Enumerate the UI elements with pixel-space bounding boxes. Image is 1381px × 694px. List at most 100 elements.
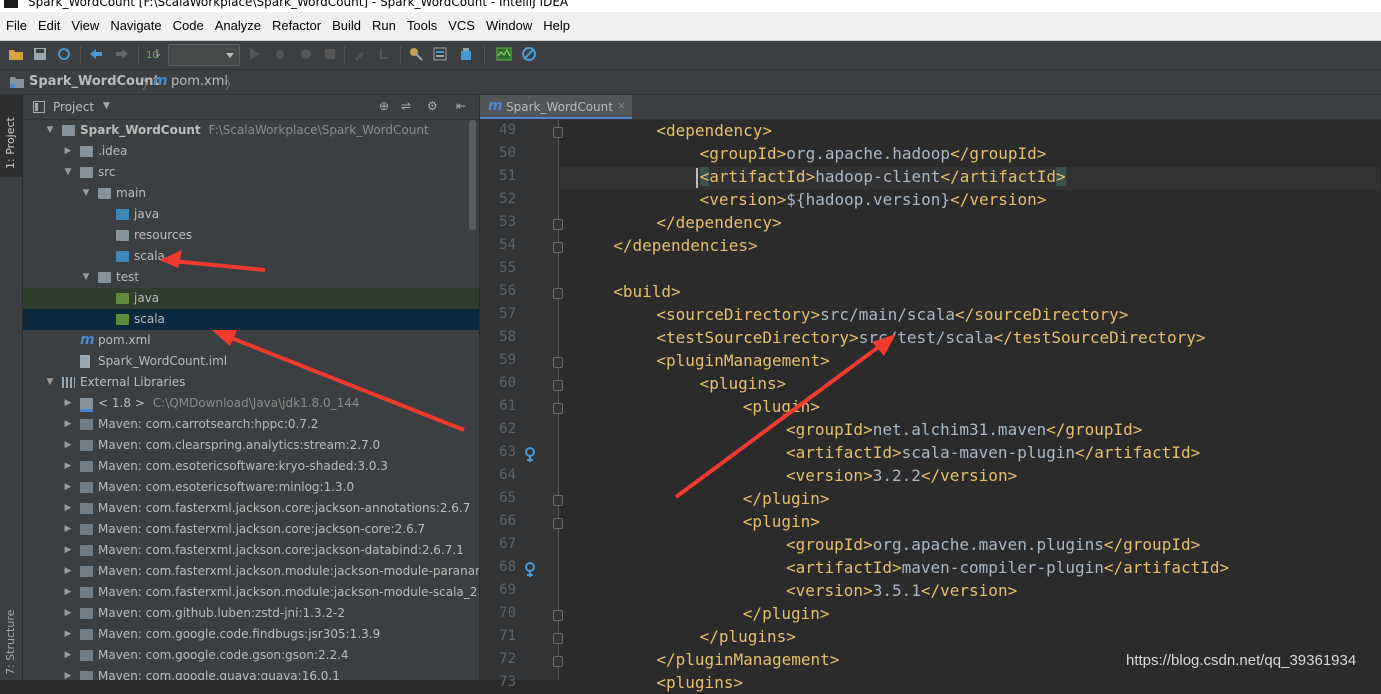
coverage-icon[interactable] [298, 46, 314, 62]
tree-item[interactable]: Spark_WordCount.iml [23, 351, 479, 372]
menu-navigate[interactable]: Navigate [104, 12, 166, 40]
hide-panel-icon[interactable]: ⇤ [456, 100, 468, 112]
tree-item[interactable]: ▶ Maven: com.fasterxml.jackson.core:jacks… [23, 519, 479, 540]
expand-down-icon[interactable]: ▼ [44, 120, 56, 141]
project-scrollbar[interactable] [469, 120, 476, 230]
activity-monitor-icon[interactable] [496, 46, 512, 62]
tree-item[interactable]: ▶ Maven: com.esotericsoftware:minlog:1.3.… [23, 477, 479, 498]
menu-file[interactable]: File [0, 12, 32, 40]
expand-down-icon[interactable]: ▼ [44, 372, 56, 393]
run-configuration-select[interactable] [168, 44, 240, 66]
tree-item[interactable]: ▶ Maven: com.github.luben:zstd-jni:1.3.2-… [23, 603, 479, 624]
synchronize-icon[interactable] [56, 46, 72, 62]
menu-build[interactable]: Build [326, 12, 366, 40]
gear-icon[interactable]: ⚙ [427, 100, 439, 112]
stop-icon[interactable] [322, 46, 338, 62]
fold-marker-icon[interactable] [553, 357, 563, 368]
menu-refactor[interactable]: Refactor [266, 12, 326, 40]
expand-right-icon[interactable]: ▶ [62, 477, 74, 498]
tree-item[interactable]: ▶ .idea [23, 141, 479, 162]
menu-code[interactable]: Code [167, 12, 209, 40]
fold-marker-icon[interactable] [553, 656, 563, 667]
menu-run[interactable]: Run [366, 12, 401, 40]
fold-marker-icon[interactable] [553, 495, 563, 506]
back-icon[interactable] [88, 46, 104, 62]
save-all-icon[interactable] [32, 46, 48, 62]
make-project-icon[interactable]: 10 [145, 46, 161, 62]
menu-analyze[interactable]: Analyze [209, 12, 266, 40]
tree-item[interactable]: ▶ Maven: com.fasterxml.jackson.core:jacks… [23, 540, 479, 561]
menu-vcs[interactable]: VCS [442, 12, 480, 40]
settings-icon[interactable] [408, 46, 424, 62]
tree-item[interactable]: ▶ < 1.8 > C:\QMDownload\Java\jdk1.8.0_144 [23, 393, 479, 414]
fold-marker-icon[interactable] [553, 403, 563, 414]
sdk-icon[interactable] [458, 46, 474, 62]
no-entry-icon[interactable] [521, 46, 537, 62]
tree-item[interactable]: ▶ Maven: com.fasterxml.jackson.core:jacks… [23, 498, 479, 519]
expand-right-icon[interactable]: ▶ [62, 645, 74, 666]
expand-down-icon[interactable]: ▼ [80, 183, 92, 204]
open-folder-icon[interactable] [8, 46, 24, 62]
menu-tools[interactable]: Tools [401, 12, 442, 40]
breadcrumb-project[interactable]: Spark_WordCount [29, 74, 160, 89]
tree-item[interactable]: scala [23, 246, 479, 267]
expand-right-icon[interactable]: ▶ [62, 603, 74, 624]
tree-item[interactable]: java [23, 204, 479, 225]
expand-right-icon[interactable]: ▶ [62, 414, 74, 435]
expand-right-icon[interactable]: ▶ [62, 540, 74, 561]
fold-marker-icon[interactable] [553, 380, 563, 391]
expand-right-icon[interactable]: ▶ [62, 498, 74, 519]
tree-item[interactable]: ▶ Maven: com.google.guava:guava:16.0.1 [23, 666, 479, 680]
menu-help[interactable]: Help [537, 12, 575, 40]
run-icon[interactable] [246, 46, 262, 62]
project-view-title[interactable]: Project [53, 100, 94, 114]
tree-item[interactable]: ▼ main [23, 183, 479, 204]
tree-item[interactable]: ▶ Maven: com.google.code.findbugs:jsr305:… [23, 624, 479, 645]
expand-right-icon[interactable]: ▶ [62, 393, 74, 414]
tree-item[interactable]: ▼ Spark_WordCount F:\ScalaWorkplace\Spark_… [23, 120, 479, 141]
tree-item[interactable]: ▼ test [23, 267, 479, 288]
expand-right-icon[interactable]: ▶ [62, 141, 74, 162]
expand-right-icon[interactable]: ▶ [62, 561, 74, 582]
project-tool-tab[interactable]: 1: Project [0, 95, 22, 177]
plugin-gutter-icon[interactable] [524, 447, 536, 463]
forward-icon[interactable] [114, 46, 130, 62]
close-icon[interactable]: × [617, 99, 626, 112]
expand-right-icon[interactable]: ▶ [62, 582, 74, 603]
plugin-gutter-icon[interactable] [524, 562, 536, 578]
expand-right-icon[interactable]: ▶ [62, 456, 74, 477]
expand-down-icon[interactable]: ▼ [80, 267, 92, 288]
fold-marker-icon[interactable] [553, 127, 563, 138]
build-artifacts-icon[interactable] [376, 46, 392, 62]
editor-tab-pom[interactable]: m Spark_WordCount × [480, 95, 632, 119]
collapse-all-icon[interactable]: ⇌ [401, 100, 413, 112]
menu-edit[interactable]: Edit [32, 12, 65, 40]
fold-marker-icon[interactable] [553, 518, 563, 529]
menu-window[interactable]: Window [480, 12, 537, 40]
menu-view[interactable]: View [65, 12, 104, 40]
tree-item[interactable]: ▶ Maven: com.esotericsoftware:kryo-shaded… [23, 456, 479, 477]
fold-marker-icon[interactable] [553, 610, 563, 621]
breadcrumb-file[interactable]: pom.xml [171, 74, 228, 89]
tree-item[interactable]: ▶ Maven: com.fasterxml.jackson.module:jac… [23, 561, 479, 582]
tree-item[interactable]: scala [23, 309, 479, 330]
tree-item[interactable]: ▼ src [23, 162, 479, 183]
tree-item[interactable]: resources [23, 225, 479, 246]
debug-icon[interactable] [272, 46, 288, 62]
expand-right-icon[interactable]: ▶ [62, 666, 74, 680]
expand-right-icon[interactable]: ▶ [62, 624, 74, 645]
fold-marker-icon[interactable] [553, 288, 563, 299]
tree-item[interactable]: ▶ Maven: com.google.code.gson:gson:2.2.4 [23, 645, 479, 666]
project-structure-icon[interactable] [432, 46, 448, 62]
tree-item[interactable]: ▶ Maven: com.clearspring.analytics:stream… [23, 435, 479, 456]
expand-right-icon[interactable]: ▶ [62, 519, 74, 540]
fold-marker-icon[interactable] [553, 219, 563, 230]
tree-item[interactable]: m pom.xml [23, 330, 479, 351]
fold-marker-icon[interactable] [553, 242, 563, 253]
expand-right-icon[interactable]: ▶ [62, 435, 74, 456]
tree-item[interactable]: java [23, 288, 479, 309]
build-icon[interactable] [352, 46, 368, 62]
fold-marker-icon[interactable] [553, 633, 563, 644]
tree-item[interactable]: ▶ Maven: com.carrotsearch:hppc:0.7.2 [23, 414, 479, 435]
structure-tool-tab[interactable]: 7: Structure [0, 600, 22, 680]
